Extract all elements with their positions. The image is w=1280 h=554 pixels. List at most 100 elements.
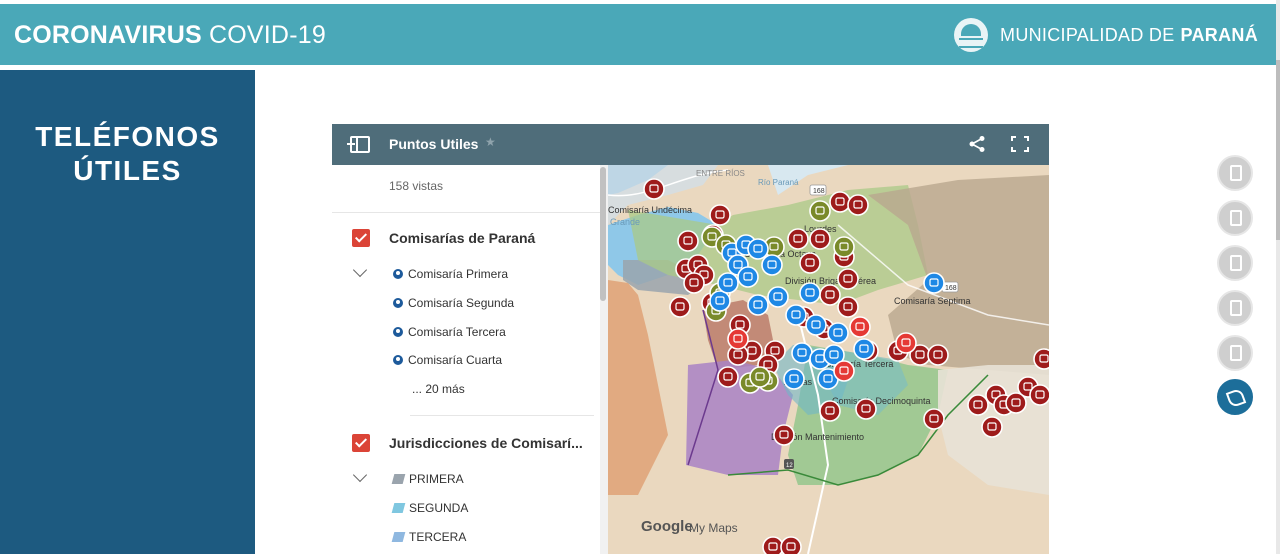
chevron-down-icon[interactable]: [352, 262, 368, 278]
mymaps-label: My Maps: [689, 521, 738, 535]
chevron-down-icon[interactable]: [352, 467, 368, 483]
list-item-label: Comisaría Segunda: [408, 296, 515, 310]
list-item[interactable]: Comisaría Cuarta: [393, 353, 502, 367]
map-marker[interactable]: [1005, 392, 1027, 414]
list-item[interactable]: Comisaría Segunda: [393, 296, 514, 310]
map-marker[interactable]: [927, 344, 949, 366]
more-items-link[interactable]: ... 20 más: [412, 382, 465, 396]
map-marker[interactable]: [853, 338, 875, 360]
map-marker[interactable]: [677, 230, 699, 252]
route-12-label: 12: [786, 463, 793, 469]
list-item-label: Comisaría Tercera: [408, 325, 506, 339]
fullscreen-icon[interactable]: [1011, 136, 1029, 152]
divider: [332, 212, 600, 213]
police-marker-icon: [393, 269, 403, 279]
map-marker[interactable]: [785, 304, 807, 326]
globe-hand-icon[interactable]: [1217, 290, 1253, 326]
printer-icon[interactable]: [1217, 245, 1253, 281]
map-marker[interactable]: [981, 416, 1003, 438]
map-marker[interactable]: [895, 332, 917, 354]
phone-list-icon[interactable]: [1217, 335, 1253, 371]
list-item[interactable]: SEGUNDA: [391, 501, 468, 515]
map-marker[interactable]: [809, 200, 831, 222]
map-marker[interactable]: [829, 191, 851, 213]
map-marker[interactable]: [805, 314, 827, 336]
page-scrollbar-thumb[interactable]: [1276, 60, 1280, 240]
map-marker[interactable]: [767, 286, 789, 308]
map-marker[interactable]: [837, 268, 859, 290]
list-item-label: PRIMERA: [409, 472, 464, 486]
map-marker[interactable]: [849, 316, 871, 338]
list-item-label: Comisaría Primera: [408, 267, 509, 281]
map-marker[interactable]: [783, 368, 805, 390]
map-marker[interactable]: [643, 178, 665, 200]
map-marker[interactable]: [669, 296, 691, 318]
map-label-entre-rios: ENTRE RÍOS: [696, 169, 745, 178]
star-icon[interactable]: ★: [485, 135, 496, 149]
map-marker[interactable]: [819, 284, 841, 306]
list-item[interactable]: Comisaría Tercera: [393, 325, 506, 339]
map-marker[interactable]: [1029, 384, 1049, 406]
map-marker[interactable]: [923, 272, 945, 294]
map-marker[interactable]: [1033, 348, 1049, 370]
map-label-comisaria-septima: Comisaría Septima: [894, 296, 971, 306]
map-label-grande: Grande: [610, 217, 640, 227]
view-count: 158 vistas: [389, 179, 444, 193]
map-marker[interactable]: [747, 294, 769, 316]
polygon-icon: [391, 532, 406, 542]
map-marker[interactable]: [780, 536, 802, 554]
map-marker[interactable]: [809, 228, 831, 250]
layer-checkbox[interactable]: [352, 434, 370, 452]
document-icon[interactable]: [1217, 155, 1253, 191]
map-marker[interactable]: [747, 238, 769, 260]
map-marker[interactable]: [727, 328, 749, 350]
google-logo[interactable]: Google: [641, 518, 693, 535]
map-marker[interactable]: [762, 536, 784, 554]
map-marker[interactable]: [737, 266, 759, 288]
map-marker[interactable]: [819, 400, 841, 422]
map-marker[interactable]: [717, 366, 739, 388]
map-svg[interactable]: ENTRE RÍOS Río Paraná Comisaría Undécima…: [608, 165, 1049, 554]
layer-name[interactable]: Comisarías de Paraná: [389, 230, 589, 246]
map-marker[interactable]: [773, 424, 795, 446]
map-marker[interactable]: [833, 236, 855, 258]
map-label-comisaria-undecima: Comisaría Undécima: [608, 205, 692, 215]
map-marker[interactable]: [709, 204, 731, 226]
layer-name[interactable]: Jurisdicciones de Comisarí...: [389, 435, 589, 451]
map-marker[interactable]: [967, 394, 989, 416]
legend-scrollbar-thumb[interactable]: [600, 167, 606, 301]
map-marker[interactable]: [799, 252, 821, 274]
map-marker[interactable]: [833, 360, 855, 382]
map-title[interactable]: Puntos Utiles: [389, 136, 478, 152]
id-card-icon[interactable]: [1217, 200, 1253, 236]
map-marker[interactable]: [717, 272, 739, 294]
map-marker[interactable]: [847, 194, 869, 216]
list-item[interactable]: Comisaría Primera: [393, 267, 508, 281]
map-marker[interactable]: [827, 322, 849, 344]
layer-comisarias[interactable]: Comisarías de Paraná: [332, 223, 602, 253]
list-item[interactable]: PRIMERA: [391, 472, 464, 486]
share-icon[interactable]: [968, 135, 986, 153]
page-title-line-1: TELÉFONOS: [35, 121, 220, 152]
map-marker[interactable]: [787, 228, 809, 250]
page-title-line-2: ÚTILES: [73, 155, 182, 186]
map-marker[interactable]: [855, 398, 877, 420]
legend-panel: 158 vistas Comisarías de Paraná Comisarí…: [332, 165, 608, 554]
municipality-brand[interactable]: MUNICIPALIDAD DE PARANÁ: [954, 18, 1258, 52]
map-marker[interactable]: [749, 366, 771, 388]
layer-jurisdicciones[interactable]: Jurisdicciones de Comisarí...: [332, 428, 602, 458]
map-marker[interactable]: [709, 290, 731, 312]
map-marker[interactable]: [683, 272, 705, 294]
list-item[interactable]: TERCERA: [391, 530, 466, 544]
map-marker[interactable]: [791, 342, 813, 364]
map-canvas[interactable]: ENTRE RÍOS Río Paraná Comisaría Undécima…: [608, 165, 1049, 554]
site-title[interactable]: CORONAVIRUS COVID-19: [14, 21, 326, 50]
map-marker[interactable]: [923, 408, 945, 430]
map-marker[interactable]: [799, 282, 821, 304]
map-marker[interactable]: [837, 296, 859, 318]
layer-checkbox[interactable]: [352, 229, 370, 247]
map-marker[interactable]: [761, 254, 783, 276]
phone-call-icon[interactable]: [1217, 379, 1253, 415]
site-title-bold: CORONAVIRUS: [14, 21, 202, 49]
toggle-legend-icon[interactable]: [347, 136, 370, 153]
